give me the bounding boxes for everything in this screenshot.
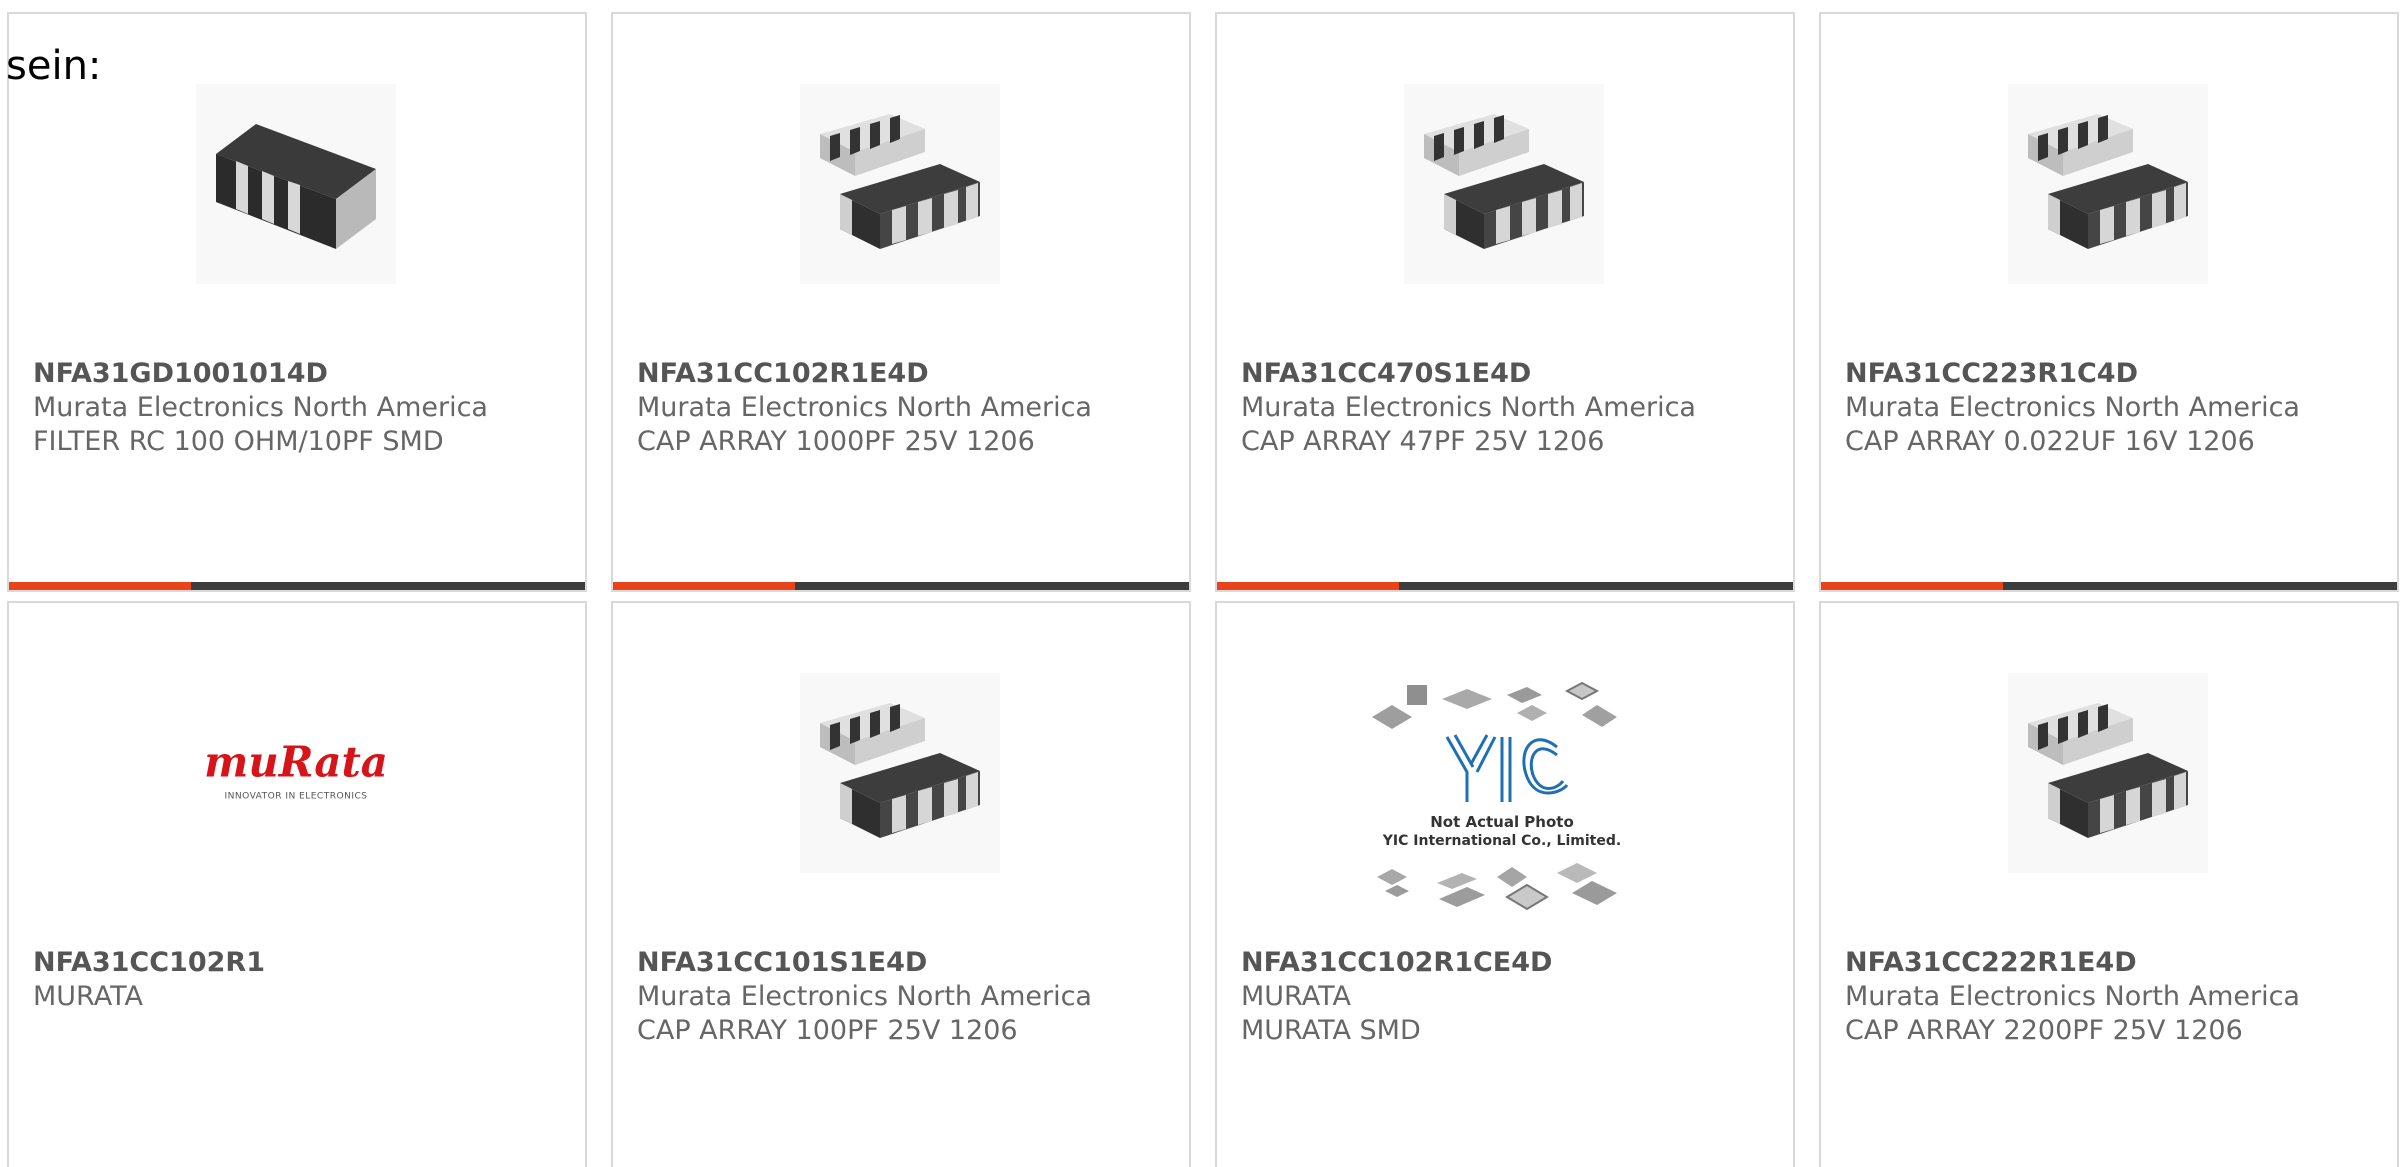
manufacturer: Murata Electronics North America	[1845, 981, 2300, 1012]
yic-caption-line2: YIC International Co., Limited.	[1382, 833, 1621, 849]
part-number[interactable]: NFA31CC223R1C4D	[1845, 357, 2377, 391]
part-number[interactable]: NFA31GD1001014D	[33, 357, 565, 391]
capacitor-array-icon	[820, 114, 980, 249]
description: CAP ARRAY 47PF 25V 1206	[1241, 426, 1605, 457]
product-grid: NFA31GD1001014D Murata Electronics North…	[7, 12, 2399, 1167]
card-accent-bar	[613, 582, 795, 590]
product-image	[196, 84, 396, 284]
product-card[interactable]: NFA31GD1001014D Murata Electronics North…	[7, 12, 587, 592]
intro-text: sein:	[6, 43, 102, 89]
description: MURATA SMD	[1241, 1015, 1421, 1046]
description: CAP ARRAY 2200PF 25V 1206	[1845, 1015, 2243, 1046]
product-card[interactable]: NFA31CC102R1E4D Murata Electronics North…	[611, 12, 1191, 592]
card-accent-bar	[1217, 582, 1399, 590]
capacitor-array-icon	[1424, 114, 1584, 249]
manufacturer: Murata Electronics North America	[637, 981, 1092, 1012]
part-number[interactable]: NFA31CC470S1E4D	[1241, 357, 1773, 391]
description: FILTER RC 100 OHM/10PF SMD	[33, 426, 444, 457]
manufacturer: Murata Electronics North America	[637, 392, 1092, 423]
card-accent-bar	[1821, 582, 2003, 590]
description: CAP ARRAY 100PF 25V 1206	[637, 1015, 1018, 1046]
description: CAP ARRAY 0.022UF 16V 1206	[1845, 426, 2255, 457]
murata-logo-wordmark: muRata	[204, 738, 388, 787]
card-bottom-bar	[1821, 582, 2397, 590]
part-number[interactable]: NFA31CC102R1E4D	[637, 357, 1169, 391]
product-image: Not Actual Photo YIC International Co., …	[1367, 677, 1637, 917]
manufacturer: Murata Electronics North America	[1845, 392, 2300, 423]
capacitor-array-icon	[2028, 114, 2188, 249]
product-image	[800, 84, 1000, 284]
product-info: NFA31GD1001014D Murata Electronics North…	[33, 357, 565, 459]
yic-caption-line1: Not Actual Photo	[1430, 813, 1574, 831]
part-number[interactable]: NFA31CC102R1	[33, 946, 565, 980]
component-chip-icon	[216, 124, 376, 249]
product-info: NFA31CC101S1E4D Murata Electronics North…	[637, 946, 1169, 1048]
product-card[interactable]: muRata INNOVATOR IN ELECTRONICS NFA31CC1…	[7, 601, 587, 1167]
card-bottom-bar	[1217, 582, 1793, 590]
product-card[interactable]: NFA31CC222R1E4D Murata Electronics North…	[1819, 601, 2399, 1167]
product-image	[800, 673, 1000, 873]
card-accent-bar	[9, 582, 191, 590]
product-image	[2008, 84, 2208, 284]
part-number[interactable]: NFA31CC102R1CE4D	[1241, 946, 1773, 980]
murata-logo-tagline: INNOVATOR IN ELECTRONICS	[225, 791, 368, 801]
card-bottom-bar	[9, 582, 585, 590]
product-image: muRata INNOVATOR IN ELECTRONICS	[196, 673, 396, 873]
product-info: NFA31CC102R1CE4D MURATA MURATA SMD	[1241, 946, 1773, 1048]
yic-logo-mark	[1445, 734, 1569, 802]
yic-placeholder-icon: Not Actual Photo YIC International Co., …	[1372, 681, 1621, 911]
product-info: NFA31CC470S1E4D Murata Electronics North…	[1241, 357, 1773, 459]
card-bottom-bar	[613, 582, 1189, 590]
description: CAP ARRAY 1000PF 25V 1206	[637, 426, 1035, 457]
product-card[interactable]: NFA31CC101S1E4D Murata Electronics North…	[611, 601, 1191, 1167]
capacitor-array-icon	[820, 703, 980, 838]
part-number[interactable]: NFA31CC222R1E4D	[1845, 946, 2377, 980]
product-info: NFA31CC102R1 MURATA	[33, 946, 565, 1014]
product-image	[2008, 673, 2208, 873]
product-info: NFA31CC222R1E4D Murata Electronics North…	[1845, 946, 2377, 1048]
manufacturer: Murata Electronics North America	[33, 392, 488, 423]
product-card[interactable]: Not Actual Photo YIC International Co., …	[1215, 601, 1795, 1167]
manufacturer: MURATA	[33, 981, 143, 1012]
product-card[interactable]: NFA31CC470S1E4D Murata Electronics North…	[1215, 12, 1795, 592]
manufacturer: Murata Electronics North America	[1241, 392, 1696, 423]
product-info: NFA31CC223R1C4D Murata Electronics North…	[1845, 357, 2377, 459]
part-number[interactable]: NFA31CC101S1E4D	[637, 946, 1169, 980]
murata-logo-icon: muRata INNOVATOR IN ELECTRONICS	[204, 738, 388, 802]
capacitor-array-icon	[2028, 703, 2188, 838]
product-image	[1404, 84, 1604, 284]
manufacturer: MURATA	[1241, 981, 1351, 1012]
product-info: NFA31CC102R1E4D Murata Electronics North…	[637, 357, 1169, 459]
product-listing-page: sein: NFA31GD1001014D Murata Electronics…	[0, 0, 2400, 1167]
product-card[interactable]: NFA31CC223R1C4D Murata Electronics North…	[1819, 12, 2399, 592]
